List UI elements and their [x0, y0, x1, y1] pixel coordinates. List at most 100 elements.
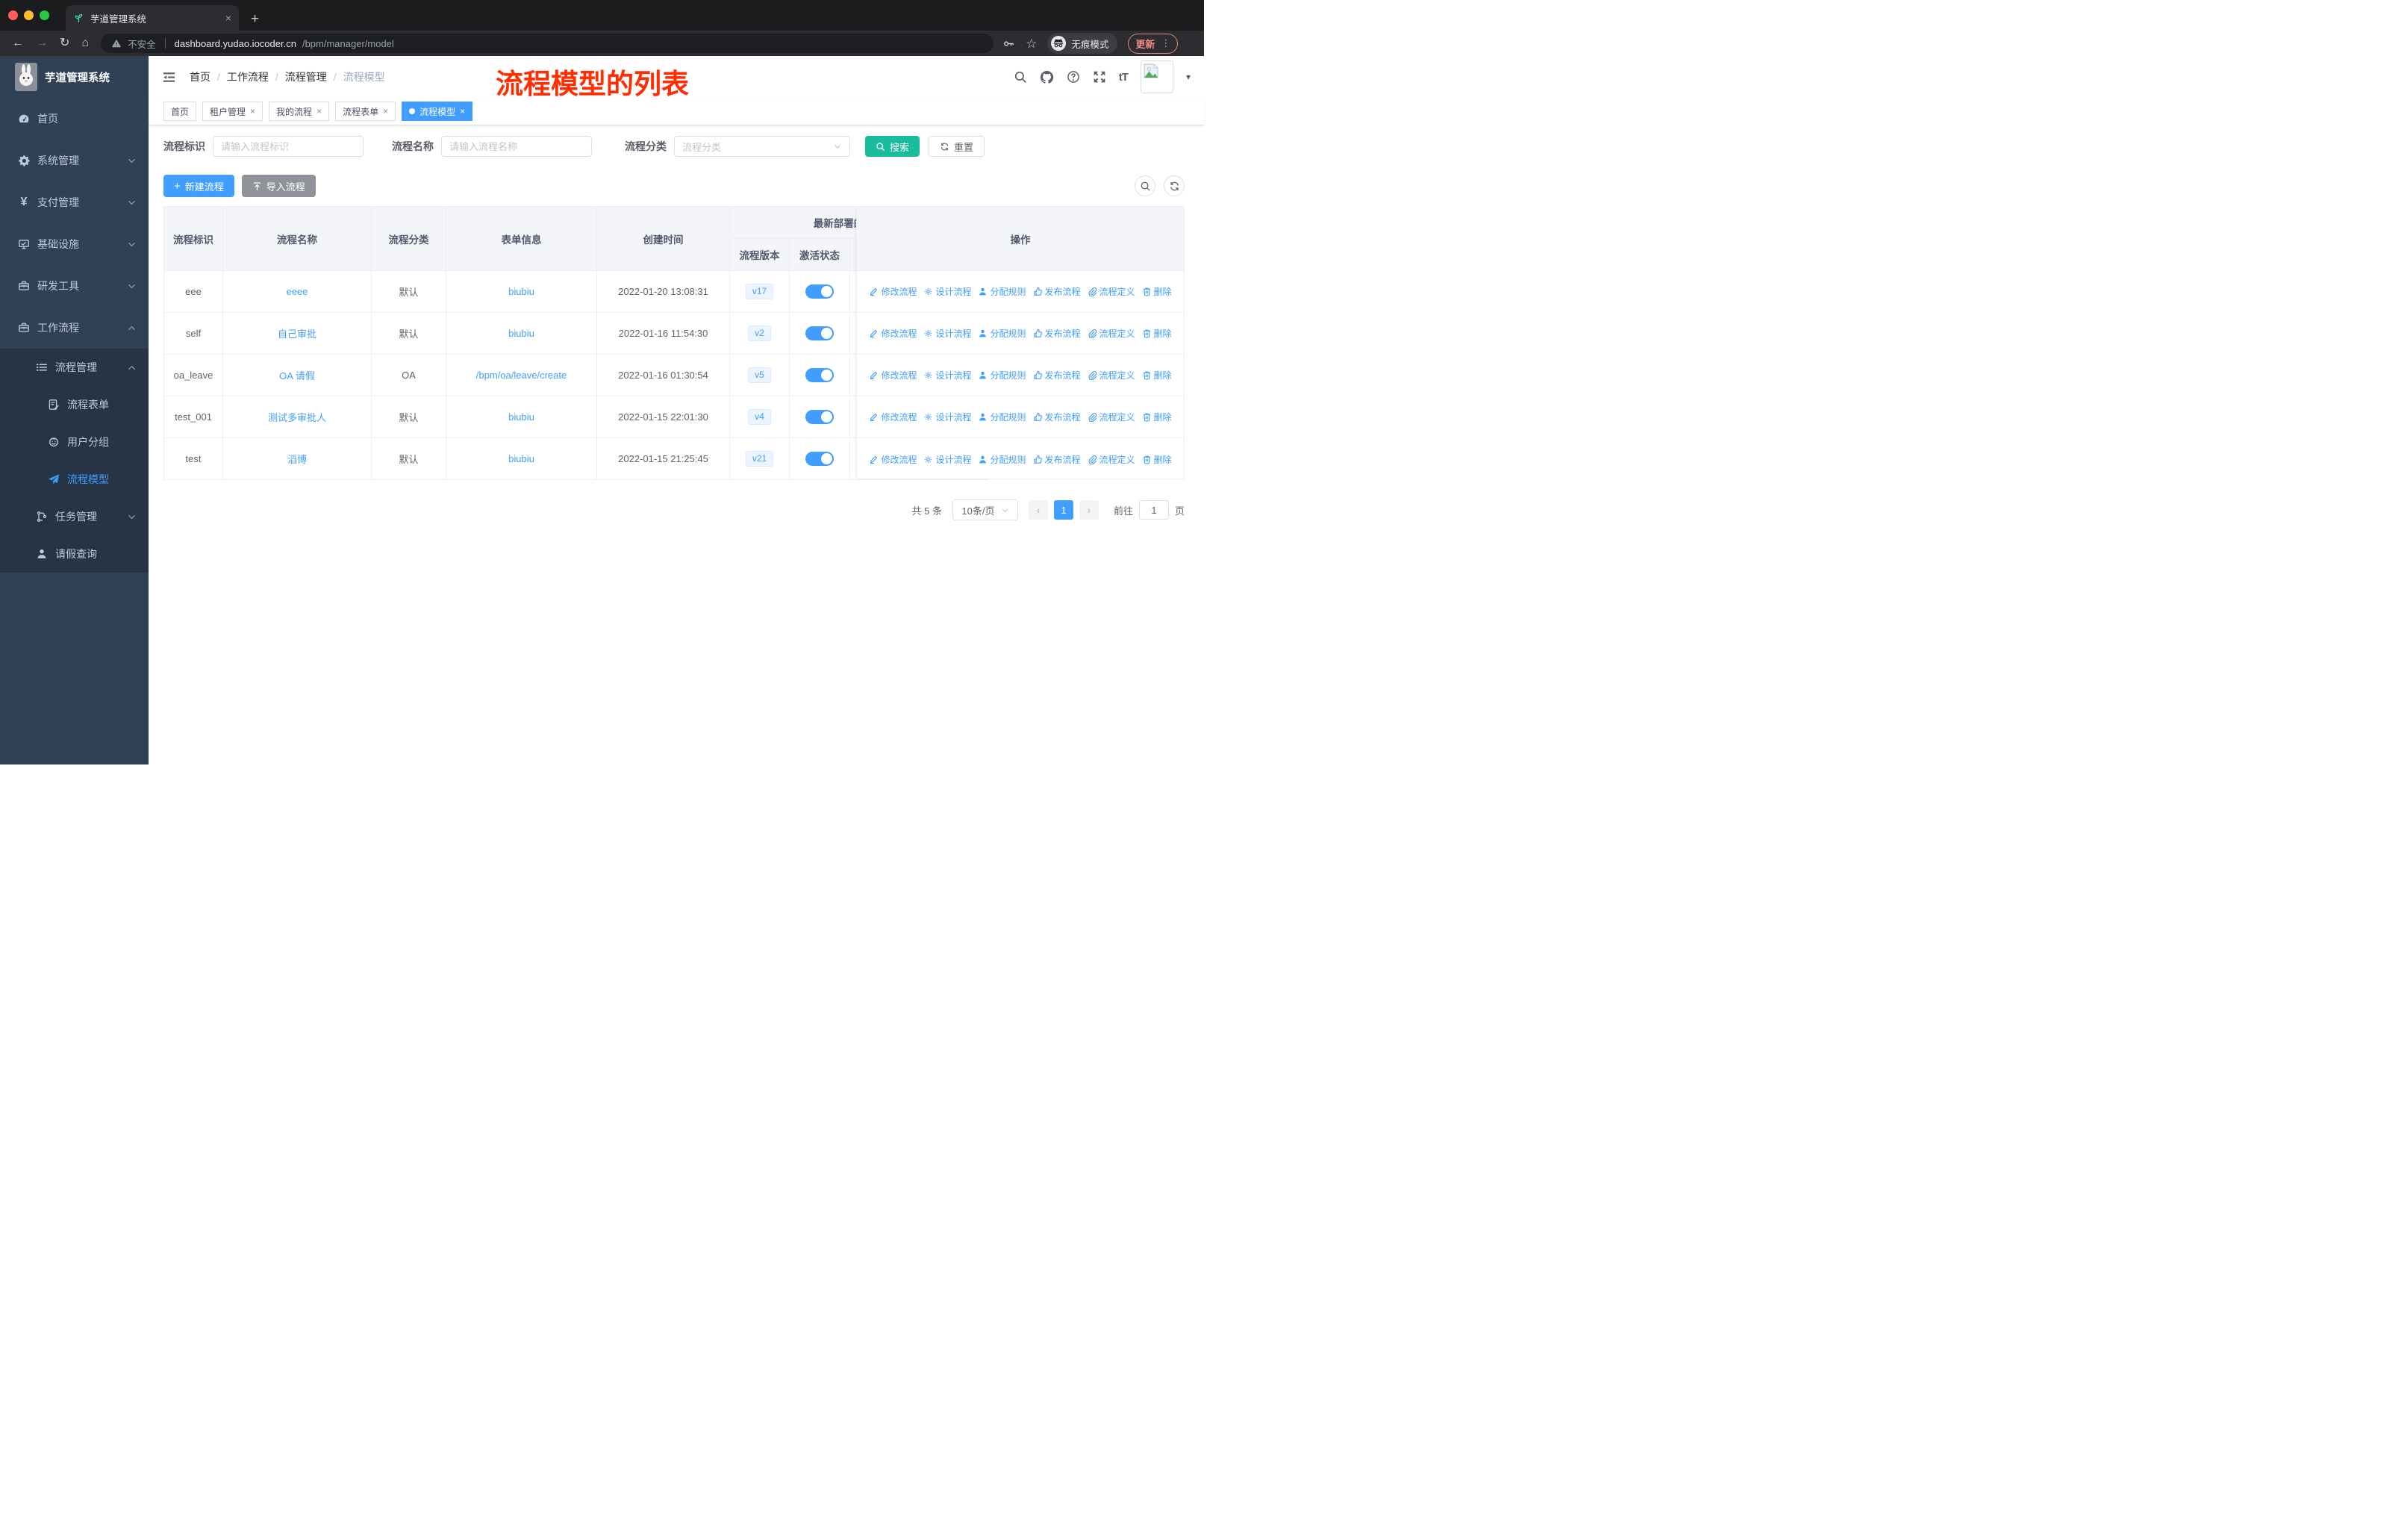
breadcrumb-item[interactable]: 首页	[190, 69, 210, 84]
design-process-link[interactable]: 设计流程	[923, 285, 971, 298]
refresh-table-button[interactable]	[1164, 175, 1185, 196]
forward-icon[interactable]: →	[36, 37, 48, 49]
assign-rule-link[interactable]: 分配规则	[978, 285, 1026, 298]
form-info-link[interactable]: biubiu	[508, 453, 534, 464]
breadcrumb-item[interactable]: 流程管理	[285, 69, 327, 84]
sidebar-item-8[interactable]: 用户分组	[0, 423, 149, 461]
modify-process-link[interactable]: 修改流程	[869, 327, 917, 340]
delete-link[interactable]: 删除	[1142, 327, 1172, 340]
publish-process-link[interactable]: 发布流程	[1033, 285, 1081, 298]
delete-link[interactable]: 删除	[1142, 411, 1172, 423]
page-size-select[interactable]: 10条/页	[952, 499, 1018, 520]
key-icon[interactable]	[1002, 37, 1015, 50]
process-name-link[interactable]: 自己审批	[278, 328, 316, 340]
tag-close-icon[interactable]: ×	[460, 106, 465, 116]
tag-close-icon[interactable]: ×	[250, 106, 255, 116]
home-icon[interactable]: ⌂	[81, 37, 89, 49]
font-size-icon[interactable]: tT	[1119, 71, 1129, 84]
sidebar-item-2[interactable]: ¥ 支付管理	[0, 181, 149, 223]
form-info-link[interactable]: biubiu	[508, 411, 534, 423]
create-process-button[interactable]: + 新建流程	[163, 175, 234, 197]
close-window-button[interactable]	[8, 10, 18, 20]
process-definition-link[interactable]: 流程定义	[1088, 453, 1135, 466]
process-name-link[interactable]: 滔博	[287, 454, 307, 465]
maximize-window-button[interactable]	[40, 10, 49, 20]
fullscreen-icon[interactable]	[1093, 70, 1106, 84]
design-process-link[interactable]: 设计流程	[923, 369, 971, 382]
assign-rule-link[interactable]: 分配规则	[978, 411, 1026, 423]
form-info-link[interactable]: /bpm/oa/leave/create	[476, 370, 567, 381]
modify-process-link[interactable]: 修改流程	[869, 369, 917, 382]
browser-tab[interactable]: 芋道管理系统 ×	[66, 5, 239, 31]
back-icon[interactable]: ←	[12, 37, 24, 49]
process-name-link[interactable]: OA 请假	[279, 370, 315, 382]
sidebar-item-7[interactable]: 流程表单	[0, 386, 149, 423]
active-toggle[interactable]	[805, 452, 834, 466]
tag-close-icon[interactable]: ×	[316, 106, 322, 116]
collapse-sidebar-icon[interactable]	[162, 70, 176, 84]
active-toggle[interactable]	[805, 326, 834, 340]
tag-item[interactable]: 流程表单 ×	[335, 102, 396, 121]
import-process-button[interactable]: 导入流程	[241, 175, 316, 197]
goto-page-input[interactable]	[1138, 500, 1169, 520]
breadcrumb-item[interactable]: 工作流程	[227, 69, 269, 84]
publish-process-link[interactable]: 发布流程	[1033, 411, 1081, 423]
sidebar-item-0[interactable]: 首页	[0, 98, 149, 140]
sidebar-item-6[interactable]: 流程管理	[0, 349, 149, 386]
menu-dots-icon[interactable]: ⋮	[1161, 37, 1170, 49]
help-icon[interactable]	[1067, 70, 1080, 84]
delete-link[interactable]: 删除	[1142, 369, 1172, 382]
sidebar-item-5[interactable]: 工作流程	[0, 307, 149, 349]
address-bar[interactable]: 不安全 dashboard.yudao.iocoder.cn/bpm/manag…	[101, 34, 994, 53]
assign-rule-link[interactable]: 分配规则	[978, 327, 1026, 340]
design-process-link[interactable]: 设计流程	[923, 411, 971, 423]
next-page-button[interactable]: ›	[1079, 500, 1099, 520]
form-info-link[interactable]: biubiu	[508, 286, 534, 297]
process-name-link[interactable]: eeee	[287, 286, 308, 297]
bookmark-star-icon[interactable]: ☆	[1026, 37, 1037, 50]
delete-link[interactable]: 删除	[1142, 285, 1172, 298]
tag-item[interactable]: 我的流程 ×	[269, 102, 330, 121]
design-process-link[interactable]: 设计流程	[923, 453, 971, 466]
publish-process-link[interactable]: 发布流程	[1033, 453, 1081, 466]
process-definition-link[interactable]: 流程定义	[1088, 285, 1135, 298]
sidebar-item-1[interactable]: 系统管理	[0, 140, 149, 181]
search-icon[interactable]	[1014, 70, 1027, 84]
process-definition-link[interactable]: 流程定义	[1088, 369, 1135, 382]
show-search-toggle-button[interactable]	[1135, 175, 1155, 196]
update-button[interactable]: 更新 ⋮	[1128, 33, 1179, 54]
publish-process-link[interactable]: 发布流程	[1033, 369, 1081, 382]
sidebar-item-11[interactable]: 请假查询	[0, 535, 149, 573]
form-info-link[interactable]: biubiu	[508, 328, 534, 339]
github-icon[interactable]	[1040, 70, 1054, 84]
active-toggle[interactable]	[805, 368, 834, 382]
minimize-window-button[interactable]	[24, 10, 34, 20]
sidebar-item-9[interactable]: 流程模型	[0, 461, 149, 498]
process-name-link[interactable]: 测试多审批人	[268, 412, 326, 423]
tag-active[interactable]: 流程模型 ×	[402, 102, 473, 121]
process-definition-link[interactable]: 流程定义	[1088, 411, 1135, 423]
assign-rule-link[interactable]: 分配规则	[978, 453, 1026, 466]
current-page-button[interactable]: 1	[1053, 500, 1073, 520]
modify-process-link[interactable]: 修改流程	[869, 453, 917, 466]
new-tab-button[interactable]: +	[251, 12, 259, 26]
avatar[interactable]	[1140, 60, 1173, 93]
process-definition-link[interactable]: 流程定义	[1088, 327, 1135, 340]
modify-process-link[interactable]: 修改流程	[869, 411, 917, 423]
tab-close-icon[interactable]: ×	[225, 12, 231, 24]
assign-rule-link[interactable]: 分配规则	[978, 369, 1026, 382]
tag-close-icon[interactable]: ×	[383, 106, 388, 116]
tag-item[interactable]: 租户管理 ×	[202, 102, 263, 121]
reset-button[interactable]: 重置	[929, 136, 985, 157]
publish-process-link[interactable]: 发布流程	[1033, 327, 1081, 340]
delete-link[interactable]: 删除	[1142, 453, 1172, 466]
sidebar-item-4[interactable]: 研发工具	[0, 265, 149, 307]
process-name-input[interactable]	[441, 136, 592, 157]
reload-icon[interactable]: ↻	[60, 37, 69, 49]
process-category-select[interactable]: 流程分类	[674, 136, 850, 157]
sidebar-item-3[interactable]: 基础设施	[0, 223, 149, 265]
active-toggle[interactable]	[805, 284, 834, 299]
sidebar-item-10[interactable]: 任务管理	[0, 498, 149, 535]
process-key-input[interactable]	[213, 136, 364, 157]
active-toggle[interactable]	[805, 410, 834, 424]
